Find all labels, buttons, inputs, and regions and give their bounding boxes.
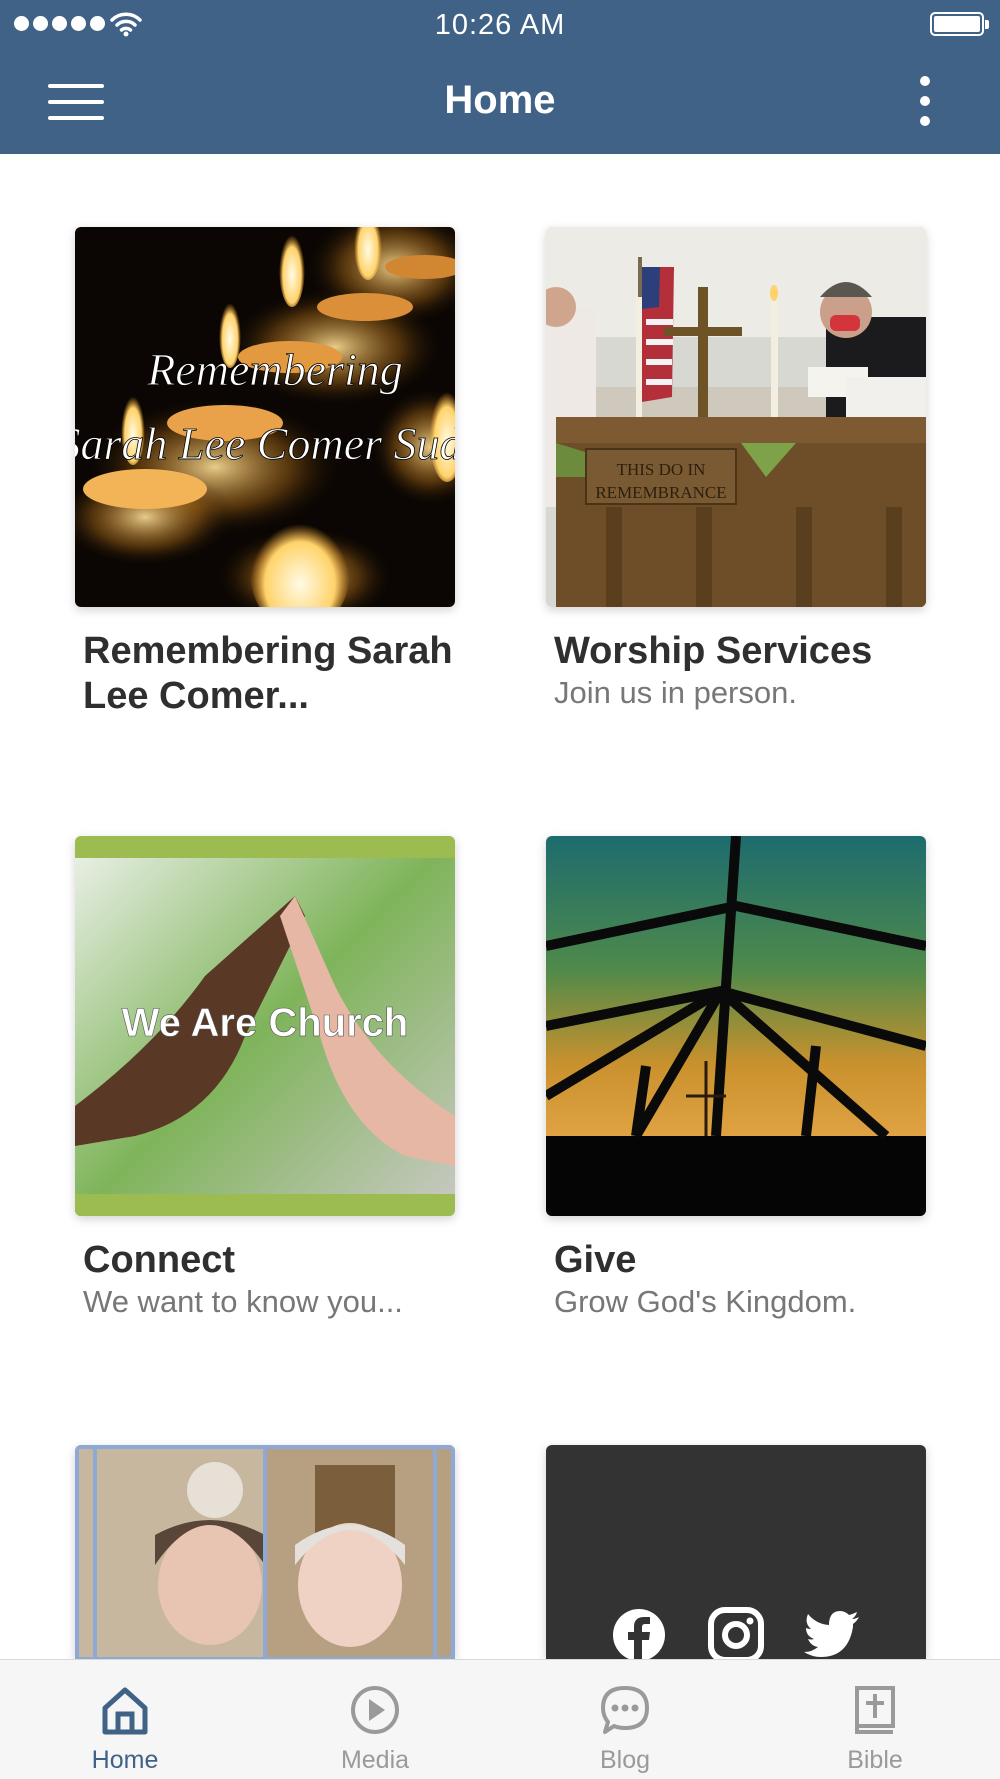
hands-image: We Are Church bbox=[75, 836, 455, 1216]
twitter-icon[interactable] bbox=[804, 1611, 860, 1659]
tile-subtitle: We want to know you... bbox=[83, 1284, 403, 1319]
tab-blog[interactable]: Blog bbox=[500, 1660, 750, 1779]
battery-icon bbox=[930, 12, 989, 36]
tile-give[interactable]: Give Grow God's Kingdom. bbox=[546, 836, 926, 1321]
altar-text-1: THIS DO IN bbox=[617, 460, 706, 479]
page-title: Home bbox=[444, 78, 556, 122]
image-overlay-text: We Are Church bbox=[122, 1001, 409, 1045]
status-time: 10:26 AM bbox=[434, 9, 566, 41]
more-options-button[interactable] bbox=[910, 76, 940, 128]
tile-give-image bbox=[546, 836, 926, 1216]
tile-worship-services[interactable]: THIS DO IN REMEMBRANCE Worship Services … bbox=[546, 227, 926, 712]
tile-subtitle: Grow God's Kingdom. bbox=[554, 1284, 857, 1319]
tab-label: Media bbox=[340, 1746, 410, 1774]
candles-image: Remembering Sarah Lee Comer Sud bbox=[75, 227, 455, 607]
video-call-image bbox=[75, 1445, 455, 1659]
tile-connect[interactable]: We Are Church Connect We want to know yo… bbox=[75, 836, 455, 1321]
tile-social[interactable] bbox=[546, 1445, 926, 1659]
tile-remembering-image: Remembering Sarah Lee Comer Sud bbox=[75, 227, 455, 607]
image-overlay-text-1: Remembering bbox=[146, 344, 402, 395]
tile-title: Give bbox=[554, 1239, 637, 1281]
tile-remembering[interactable]: Remembering Sarah Lee Comer Sud Remember… bbox=[75, 227, 455, 719]
bottom-tab-bar: Home Media Blog Bible bbox=[0, 1659, 1000, 1779]
tab-label: Home bbox=[91, 1746, 159, 1774]
instagram-icon[interactable] bbox=[708, 1607, 764, 1659]
tile-title: Worship Services bbox=[554, 630, 873, 672]
bible-icon bbox=[855, 1686, 895, 1734]
app-header: 10:26 AM Home bbox=[0, 0, 1000, 154]
tile-video-call[interactable] bbox=[75, 1445, 455, 1659]
tab-home[interactable]: Home bbox=[0, 1660, 250, 1779]
tile-social-image bbox=[546, 1445, 926, 1659]
altar-image: THIS DO IN REMEMBRANCE bbox=[546, 227, 926, 607]
tab-bible[interactable]: Bible bbox=[750, 1660, 1000, 1779]
skylight-image bbox=[546, 836, 926, 1216]
tile-connect-image: We Are Church bbox=[75, 836, 455, 1216]
image-overlay-text-2: Sarah Lee Comer Sud bbox=[75, 418, 455, 469]
tile-title: Remembering Sarah Lee Comer... bbox=[83, 630, 453, 717]
tile-video-call-image bbox=[75, 1445, 455, 1659]
tile-subtitle: Join us in person. bbox=[554, 675, 797, 710]
play-icon bbox=[351, 1686, 399, 1734]
home-icon bbox=[102, 1687, 148, 1735]
tab-label: Bible bbox=[847, 1746, 903, 1774]
altar-text-2: REMEMBRANCE bbox=[595, 483, 726, 502]
chat-icon bbox=[601, 1686, 649, 1734]
tile-title: Connect bbox=[83, 1239, 235, 1281]
tab-label: Blog bbox=[599, 1746, 651, 1774]
tile-worship-image: THIS DO IN REMEMBRANCE bbox=[546, 227, 926, 607]
tab-media[interactable]: Media bbox=[250, 1660, 500, 1779]
facebook-icon[interactable] bbox=[611, 1607, 667, 1659]
status-bar: 10:26 AM bbox=[0, 0, 1000, 50]
